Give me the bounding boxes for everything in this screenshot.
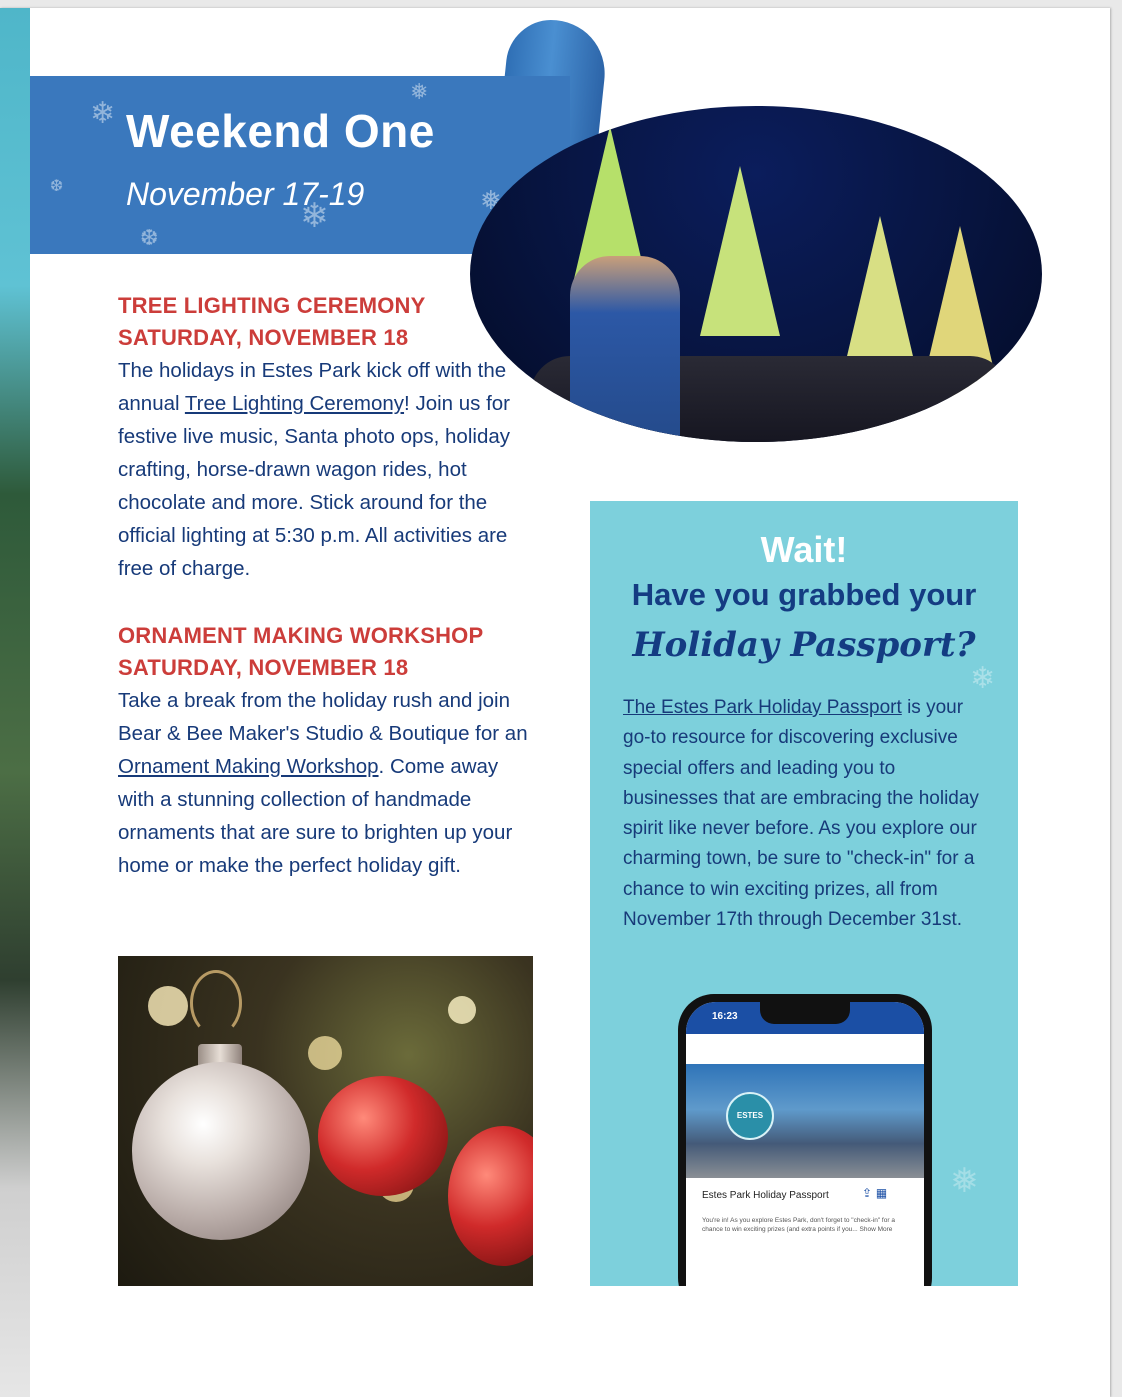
- section-date: SATURDAY, NOVEMBER 18: [118, 655, 409, 680]
- section-body: The holidays in Estes Park kick off with…: [118, 359, 511, 580]
- ornament-workshop-link[interactable]: Ornament Making Workshop: [118, 755, 379, 778]
- calendar-icon: ▦: [875, 1186, 888, 1200]
- tree-lighting-section: TREE LIGHTING CEREMONY SATURDAY, NOVEMBE…: [118, 290, 538, 585]
- snowflake-icon: ❆: [140, 226, 159, 251]
- banner-title: Weekend One: [126, 105, 435, 157]
- lit-tree: [700, 166, 780, 336]
- snowflake-icon: ❆: [50, 176, 64, 195]
- bokeh-light: [308, 1036, 342, 1070]
- passport-body: The Estes Park Holiday Passport is your …: [623, 697, 979, 931]
- snowflake-icon: ❅: [410, 80, 429, 105]
- app-hero-photo: ESTES: [686, 1064, 924, 1178]
- silver-ornament: [132, 1062, 310, 1240]
- ornament-hook: [190, 970, 242, 1036]
- snowflake-icon: ❅: [950, 1161, 979, 1201]
- passport-question: Have you grabbed your: [631, 577, 977, 612]
- share-icon: ⇪: [862, 1186, 873, 1200]
- holiday-passport-link[interactable]: The Estes Park Holiday Passport: [623, 697, 902, 718]
- phone-mockup: 16:23 ESTES Estes Park Holiday Passport …: [678, 994, 932, 1286]
- section-heading: TREE LIGHTING CEREMONY: [118, 293, 426, 318]
- banner-dates: November 17-19: [126, 176, 365, 212]
- status-time: 16:23: [712, 1011, 738, 1022]
- app-title: Estes Park Holiday Passport: [702, 1190, 829, 1201]
- ornament-workshop-section: ORNAMENT MAKING WORKSHOP SATURDAY, NOVEM…: [118, 620, 533, 882]
- adjacent-page-edge: [0, 8, 30, 1397]
- couple-in-foreground: [570, 256, 680, 442]
- app-description: You're in! As you explore Estes Park, do…: [702, 1217, 895, 1233]
- brochure-page: ❄ ❅ ❄ ❆ ❅ ❆ Weekend One November 17-19 T…: [0, 8, 1110, 1397]
- wait-heading: Wait!: [760, 529, 848, 570]
- section-body: Take a break from the holiday rush and j…: [118, 689, 528, 877]
- phone-screen: 16:23 ESTES Estes Park Holiday Passport …: [686, 1002, 924, 1286]
- passport-callout: ❄ ❅ Wait! Have you grabbed your Holiday …: [590, 501, 1018, 1286]
- red-ornament: [448, 1126, 533, 1266]
- tree-lighting-photo: [470, 106, 1042, 442]
- section-date: SATURDAY, NOVEMBER 18: [118, 325, 409, 350]
- bokeh-light: [448, 996, 476, 1024]
- tree-lighting-link[interactable]: Tree Lighting Ceremony: [185, 392, 404, 415]
- passport-name: Holiday Passport?: [632, 625, 976, 665]
- red-ornament: [318, 1076, 448, 1196]
- section-heading: ORNAMENT MAKING WORKSHOP: [118, 623, 484, 648]
- ornament-photo: [118, 956, 533, 1286]
- phone-notch: [760, 1002, 850, 1024]
- bokeh-light: [148, 986, 188, 1026]
- app-action-icons: ⇪ ▦: [862, 1186, 887, 1200]
- estes-badge: ESTES: [726, 1092, 774, 1140]
- snowflake-icon: ❄: [90, 96, 116, 131]
- snowflake-icon: ❄: [970, 661, 996, 696]
